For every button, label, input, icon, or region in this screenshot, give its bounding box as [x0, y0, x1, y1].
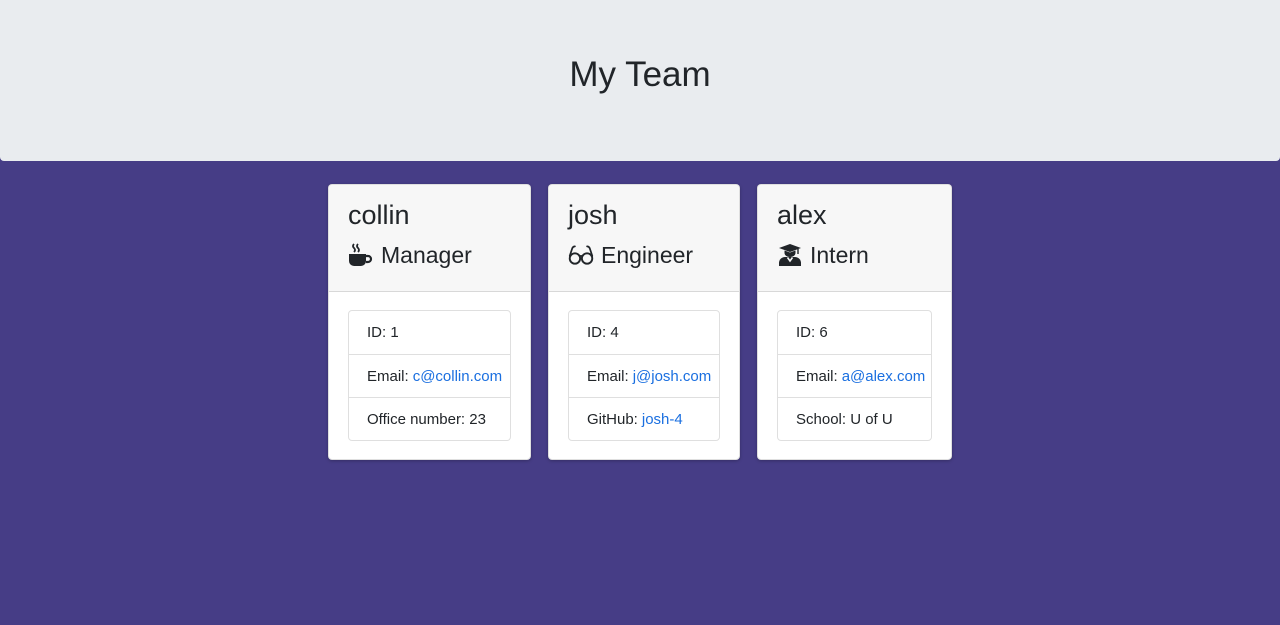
employee-name: collin — [348, 200, 410, 230]
employee-name: alex — [777, 200, 827, 230]
card-body: ID: 4 Email: j@josh.com GitHub: josh-4 — [549, 292, 739, 441]
card-body: ID: 6 Email: a@alex.com School: U of U — [758, 292, 951, 441]
role-label: Engineer — [601, 242, 694, 268]
email-link[interactable]: j@josh.com — [633, 368, 712, 385]
id-text: ID: 4 — [587, 324, 619, 341]
glasses-icon — [568, 243, 594, 267]
card-body: ID: 1 Email: c@collin.com Office number:… — [329, 292, 530, 441]
school-text: School: U of U — [796, 410, 893, 428]
details-list: ID: 4 Email: j@josh.com GitHub: josh-4 — [568, 310, 720, 441]
employee-card-engineer: josh Engineer ID: 4 Email: j@josh.com Gi… — [548, 184, 740, 460]
id-text: ID: 6 — [796, 324, 828, 341]
employee-role: Intern — [777, 241, 951, 269]
id-item: ID: 6 — [778, 311, 931, 354]
employee-card-manager: collin Manager ID: 1 Email: c@collin.com — [328, 184, 531, 460]
office-number-text: Office number: 23 — [367, 410, 486, 428]
github-label: GitHub: — [587, 410, 638, 428]
email-item: Email: c@collin.com — [349, 354, 510, 397]
employee-role: Engineer — [568, 241, 739, 269]
employee-name: josh — [568, 200, 618, 230]
github-link[interactable]: josh-4 — [642, 411, 683, 428]
role-label: Manager — [381, 242, 472, 268]
page-header: My Team — [0, 0, 1280, 161]
details-list: ID: 1 Email: c@collin.com Office number:… — [348, 310, 511, 441]
email-label: Email: — [587, 367, 629, 385]
employee-card-intern: alex Intern ID: 6 Email: a@alex.com Scho… — [757, 184, 952, 460]
id-item: ID: 4 — [569, 311, 719, 354]
page-title: My Team — [569, 54, 711, 94]
card-header: alex Intern — [758, 185, 951, 292]
coffee-icon — [348, 243, 374, 267]
office-number-item: Office number: 23 — [349, 397, 510, 440]
email-label: Email: — [367, 367, 409, 385]
email-link[interactable]: a@alex.com — [842, 368, 926, 385]
id-item: ID: 1 — [349, 311, 510, 354]
email-item: Email: j@josh.com — [569, 354, 719, 397]
id-text: ID: 1 — [367, 324, 399, 341]
graduate-icon — [777, 243, 803, 267]
email-label: Email: — [796, 367, 838, 385]
role-label: Intern — [810, 242, 869, 268]
card-header: collin Manager — [329, 185, 530, 292]
employee-role: Manager — [348, 241, 530, 269]
details-list: ID: 6 Email: a@alex.com School: U of U — [777, 310, 932, 441]
email-item: Email: a@alex.com — [778, 354, 931, 397]
school-item: School: U of U — [778, 397, 931, 440]
email-link[interactable]: c@collin.com — [413, 368, 502, 385]
github-item: GitHub: josh-4 — [569, 397, 719, 440]
card-header: josh Engineer — [549, 185, 739, 292]
